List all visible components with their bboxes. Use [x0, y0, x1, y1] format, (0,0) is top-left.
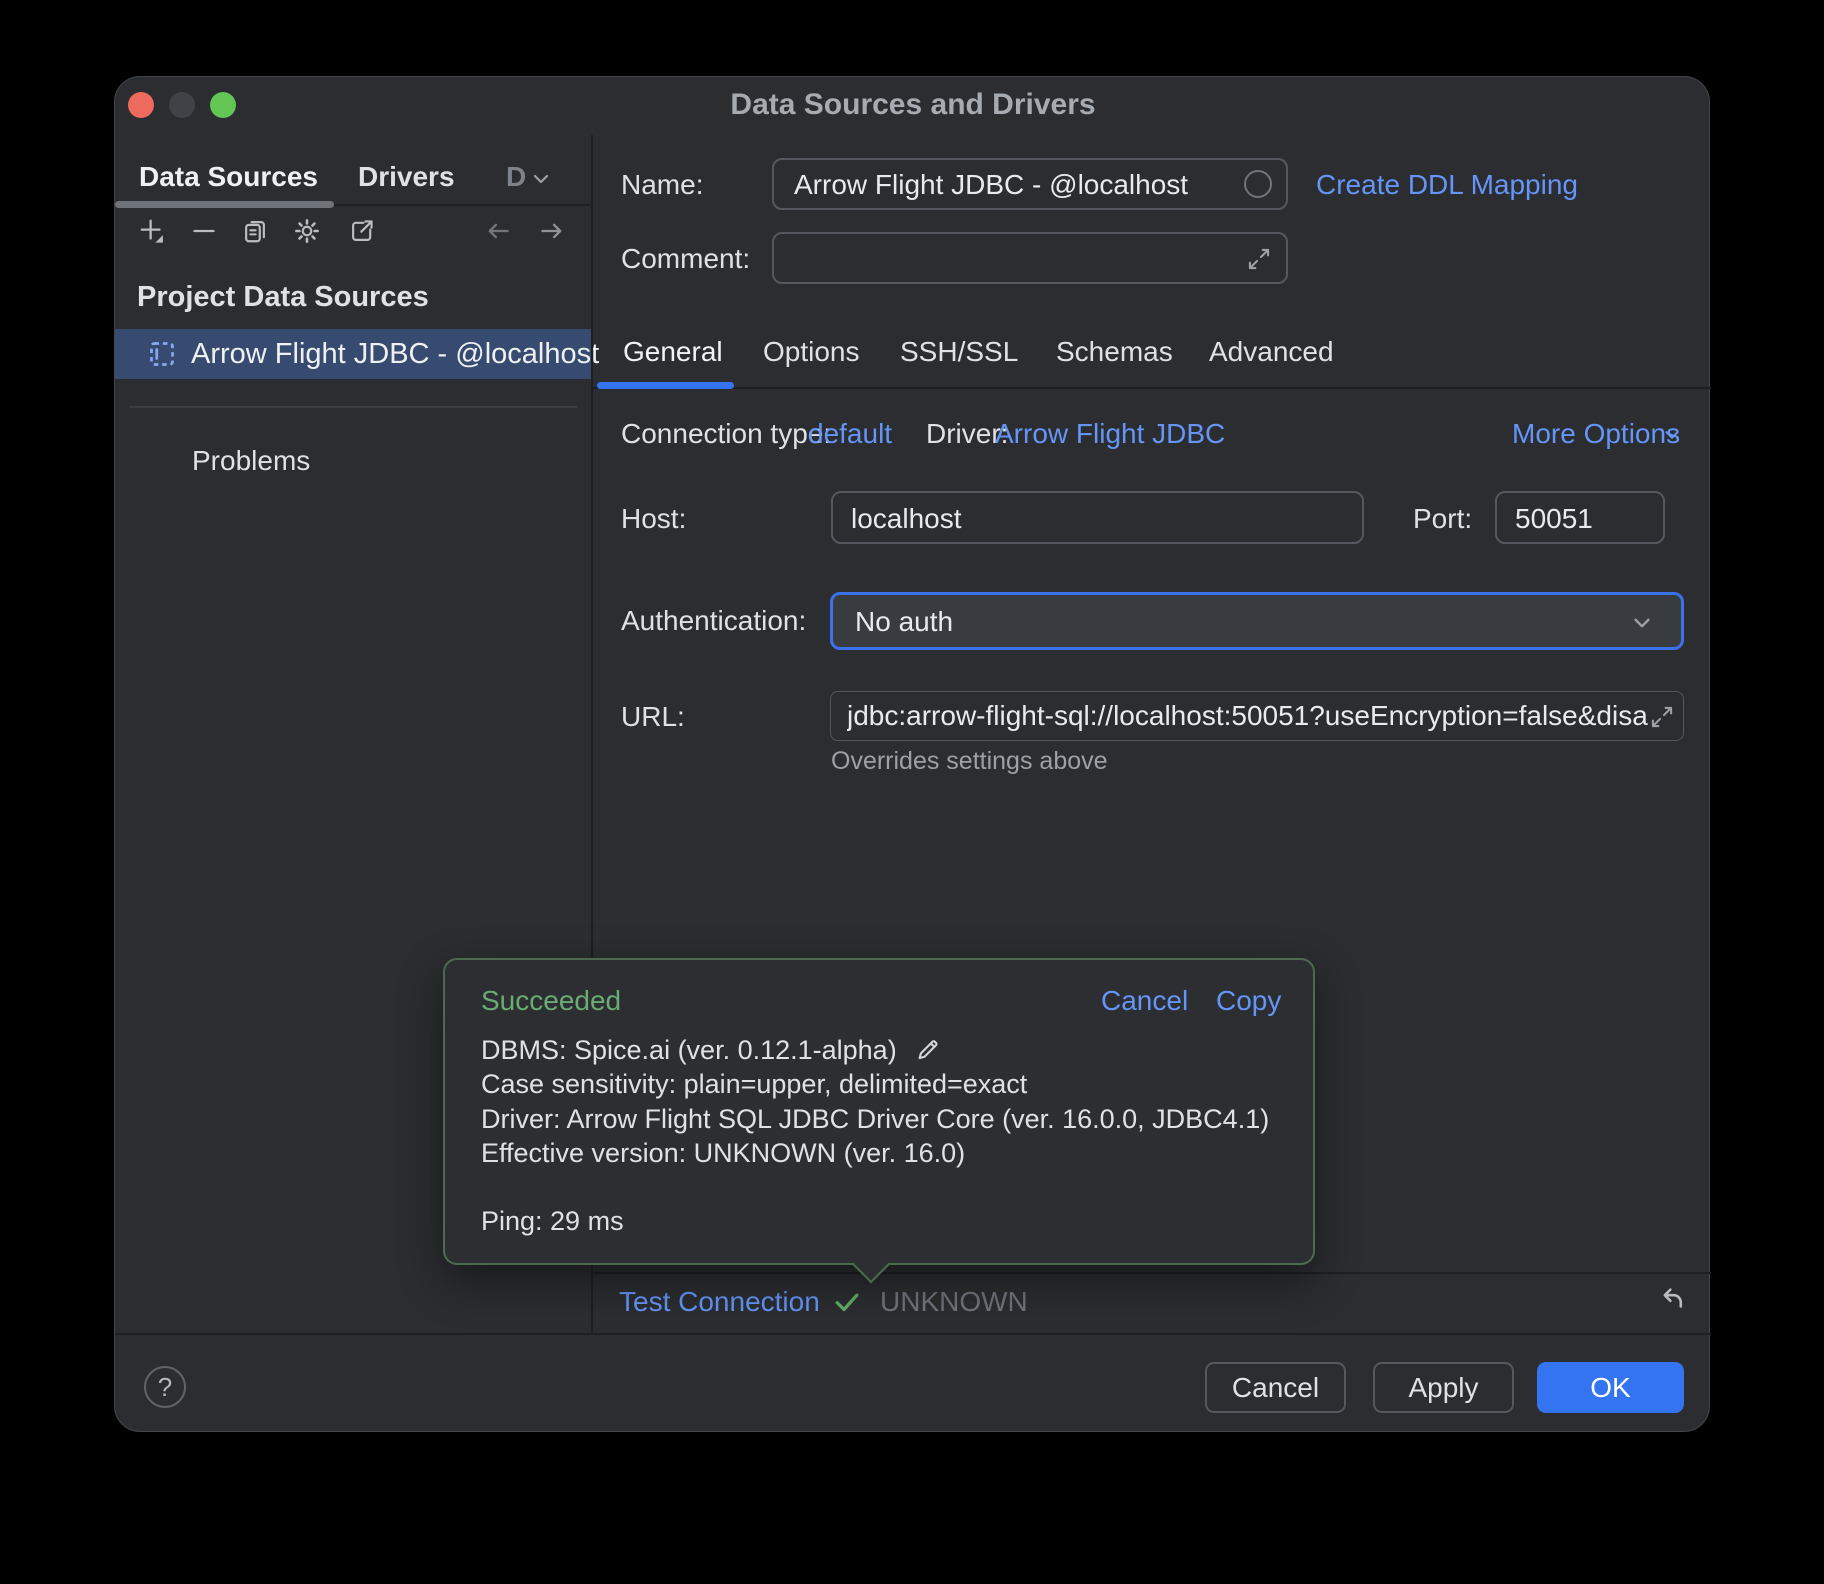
url-input[interactable]: jdbc:arrow-flight-sql://localhost:50051?… — [830, 691, 1684, 741]
edit-pencil-icon[interactable] — [914, 1035, 942, 1063]
tab-advanced[interactable]: Advanced — [1209, 336, 1334, 368]
tab-general[interactable]: General — [623, 336, 723, 368]
create-ddl-mapping-link[interactable]: Create DDL Mapping — [1316, 169, 1578, 201]
tab-options[interactable]: Options — [763, 336, 860, 368]
add-data-source-button[interactable] — [137, 216, 167, 246]
url-hint: Overrides settings above — [831, 745, 1108, 777]
active-tab-underline — [115, 201, 334, 208]
tab-data-sources[interactable]: Data Sources — [139, 161, 318, 193]
help-button[interactable]: ? — [144, 1366, 186, 1408]
comment-label: Comment: — [621, 243, 750, 275]
gear-icon[interactable] — [292, 216, 322, 246]
popup-dbms-line: DBMS: Spice.ai (ver. 0.12.1-alpha) — [481, 1034, 942, 1066]
comment-input[interactable] — [772, 232, 1288, 284]
list-item-arrow-flight-jdbc[interactable]: Arrow Flight JDBC - @localhost — [115, 329, 591, 379]
success-check-icon — [832, 1287, 862, 1317]
popup-status: Succeeded — [481, 985, 621, 1017]
duplicate-button[interactable] — [240, 216, 270, 246]
footer-border — [115, 1333, 1711, 1335]
project-data-sources-header: Project Data Sources — [137, 281, 429, 313]
driver-link[interactable]: Arrow Flight JDBC — [995, 418, 1225, 450]
host-input-value: localhost — [851, 503, 962, 535]
popup-case-line: Case sensitivity: plain=upper, delimited… — [481, 1068, 1027, 1100]
revert-undo-icon[interactable] — [1656, 1284, 1688, 1316]
tab-schemas[interactable]: Schemas — [1056, 336, 1173, 368]
apply-button[interactable]: Apply — [1373, 1362, 1514, 1413]
tab-ssh-ssl[interactable]: SSH/SSL — [900, 336, 1018, 368]
port-label: Port: — [1413, 503, 1472, 535]
back-arrow-icon[interactable] — [483, 216, 513, 246]
popup-ping-line: Ping: 29 ms — [481, 1205, 624, 1237]
tab-overflow-chevron-down-icon[interactable] — [529, 167, 553, 191]
sidebar-item-problems[interactable]: Problems — [192, 445, 310, 477]
name-input[interactable]: Arrow Flight JDBC - @localhost — [772, 158, 1288, 210]
cancel-button[interactable]: Cancel — [1205, 1362, 1346, 1413]
tab-drivers[interactable]: Drivers — [358, 161, 455, 193]
more-options-link[interactable]: More Options — [1512, 418, 1680, 450]
auth-chevron-down-icon — [1629, 610, 1655, 636]
authentication-value: No auth — [855, 606, 953, 638]
name-label: Name: — [621, 169, 703, 201]
url-label: URL: — [621, 701, 685, 733]
port-input[interactable]: 50051 — [1495, 491, 1665, 544]
host-label: Host: — [621, 503, 686, 535]
popup-version-line: Effective version: UNKNOWN (ver. 16.0) — [481, 1137, 965, 1169]
expand-url-icon[interactable] — [1649, 704, 1675, 730]
ok-button[interactable]: OK — [1537, 1362, 1684, 1413]
data-source-name: Arrow Flight JDBC - @localhost — [191, 338, 599, 370]
dialog-title: Data Sources and Drivers — [115, 89, 1711, 121]
url-input-value: jdbc:arrow-flight-sql://localhost:50051?… — [847, 700, 1657, 732]
remove-data-source-button[interactable] — [189, 216, 219, 246]
connection-type-value[interactable]: default — [808, 418, 892, 450]
authentication-label: Authentication: — [621, 605, 806, 637]
popup-cancel-link[interactable]: Cancel — [1101, 985, 1188, 1017]
test-connection-link[interactable]: Test Connection — [619, 1286, 820, 1318]
tab-ddl-truncated[interactable]: D — [506, 161, 528, 193]
test-strip-border — [591, 1272, 1711, 1274]
more-options-chevron-down-icon[interactable] — [1661, 424, 1683, 446]
data-source-icon — [147, 339, 177, 369]
popup-copy-link[interactable]: Copy — [1216, 985, 1281, 1017]
popup-driver-line: Driver: Arrow Flight SQL JDBC Driver Cor… — [481, 1103, 1269, 1135]
active-tab-indicator — [597, 382, 734, 389]
test-result-text: UNKNOWN — [880, 1286, 1028, 1318]
forward-arrow-icon[interactable] — [537, 216, 567, 246]
host-input[interactable]: localhost — [831, 491, 1364, 544]
popup-dbms-text: DBMS: Spice.ai (ver. 0.12.1-alpha) — [481, 1035, 897, 1065]
sidebar-separator — [129, 406, 577, 408]
name-input-value: Arrow Flight JDBC - @localhost — [794, 169, 1188, 201]
port-input-value: 50051 — [1515, 503, 1593, 535]
expand-comment-icon[interactable] — [1246, 246, 1272, 272]
data-sources-dialog: Data Sources and Drivers Data Sources Dr… — [114, 76, 1710, 1432]
tab-row-border — [591, 387, 1711, 389]
authentication-dropdown[interactable]: No auth — [830, 592, 1684, 650]
tabstrip-divider — [334, 204, 591, 206]
name-progress-circle-icon — [1244, 170, 1272, 198]
open-in-new-icon[interactable] — [347, 216, 377, 246]
connection-type-label: Connection type: — [621, 418, 831, 450]
